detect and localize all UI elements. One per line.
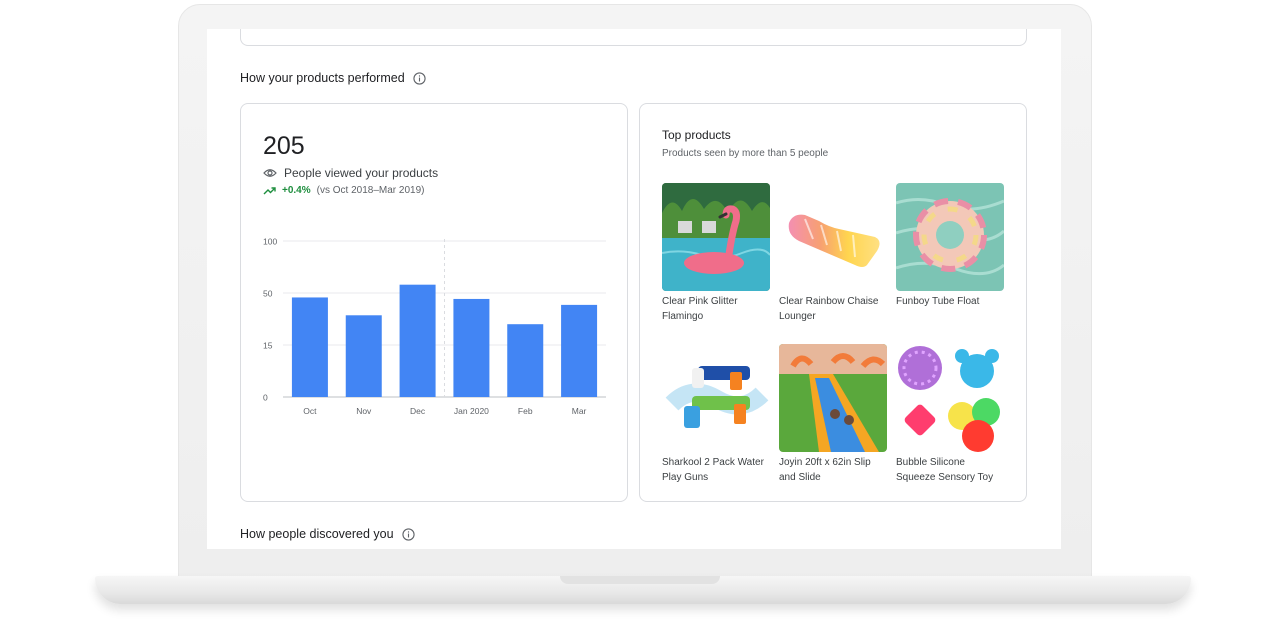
tube-float-icon [896,183,1004,291]
product-item[interactable]: Bubble Silicone Squeeze Sensory Toy [896,344,1004,485]
y-tick-label: 15 [263,341,273,351]
bar [561,304,598,397]
product-name: Clear Rainbow Chaise Lounger [779,296,879,322]
product-item[interactable]: Sharkool 2 Pack Water Play Guns [662,344,770,485]
top-products-subtitle: Products seen by more than 5 people [662,148,829,159]
bar [453,298,490,397]
sensory-toy-icon [896,344,1004,452]
product-item[interactable]: Joyin 20ft x 62in Slip and Slide [779,344,887,485]
y-tick-label: 0 [263,393,268,403]
bar [507,324,544,397]
previous-card [240,29,1027,46]
product-name: Clear Pink Glitter Flamingo [662,296,738,322]
product-name: Sharkool 2 Pack Water Play Guns [662,457,764,483]
top-products-card: Top products Products seen by more than … [639,103,1027,502]
performance-section-title: How your products performed [240,71,426,85]
bar [291,297,328,397]
discovery-section-title: How people discovered you [240,527,415,541]
product-name: Funboy Tube Float [896,296,980,307]
info-icon[interactable] [401,527,415,541]
flamingo-float-icon [662,183,770,291]
bar [399,284,436,397]
water-gun-icon [662,344,770,452]
product-item[interactable]: Clear Pink Glitter Flamingo [662,183,770,324]
product-item[interactable]: Clear Rainbow Chaise Lounger [779,183,887,324]
slip-and-slide-icon [779,344,887,452]
x-tick-label: Nov [356,406,372,416]
bar [345,315,382,397]
y-tick-label: 100 [263,237,277,247]
x-tick-label: Mar [572,406,587,416]
laptop-notch [560,576,720,584]
top-products-title: Top products [662,128,731,142]
dashboard-screen: How your products performed 205 People v… [207,29,1061,549]
x-tick-label: Feb [518,406,533,416]
product-name: Joyin 20ft x 62in Slip and Slide [779,457,871,483]
y-tick-label: 50 [263,289,273,299]
performance-card: 205 People viewed your products +0.4% (v… [240,103,628,502]
x-tick-label: Oct [303,406,317,416]
info-icon[interactable] [413,71,426,85]
product-name: Bubble Silicone Squeeze Sensory Toy [896,457,994,483]
x-tick-label: Jan 2020 [454,406,489,416]
views-bar-chart: 0 15 50 100 Oct Nov Dec Jan 2020 Feb Mar [263,237,606,416]
product-item[interactable]: Funboy Tube Float [896,183,1004,310]
x-tick-label: Dec [410,406,426,416]
chaise-lounger-icon [779,183,887,291]
